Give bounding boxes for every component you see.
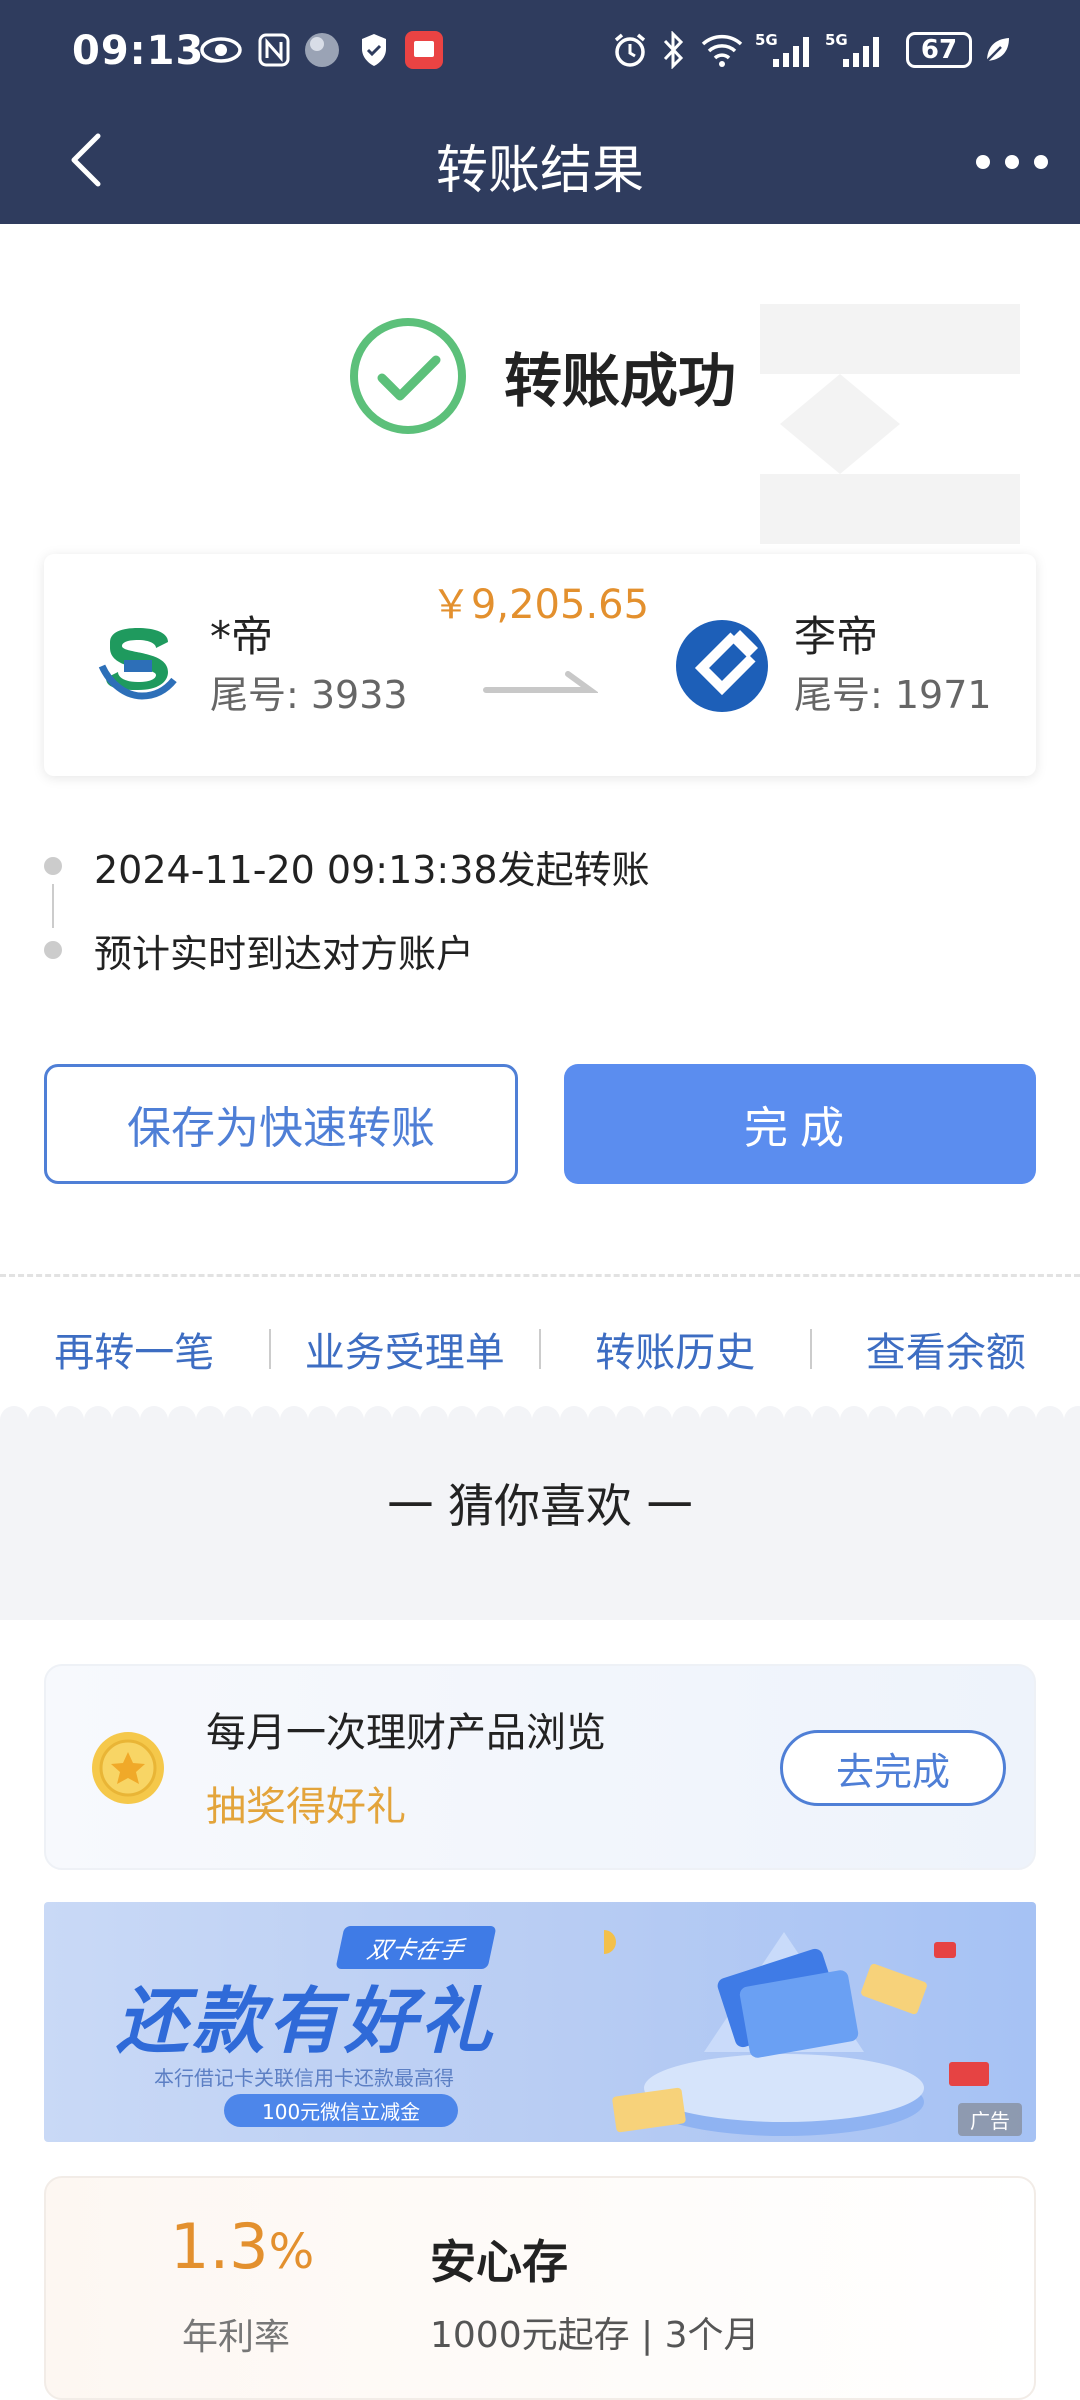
payee-tail-number: 尾号: 1971: [794, 673, 992, 717]
shield-check-icon: [356, 30, 392, 70]
star-coin-icon: [92, 1732, 164, 1804]
timeline-text: 2024-11-20 09:13:38发起转账: [94, 847, 650, 892]
banner-title: 还款有好礼: [116, 1979, 497, 2063]
top-bar: 09:13 5G 5G 67 转账结果: [0, 0, 1080, 224]
timeline-item: 2024-11-20 09:13:38发起转账: [44, 824, 650, 908]
payer-name: *帝: [210, 612, 274, 661]
payer-bank-logo-icon: [98, 628, 177, 700]
transfer-summary: ￥9,205.65 *帝 尾号: 3933 李帝 尾号: 1971: [44, 554, 1036, 776]
transfer-timeline: 2024-11-20 09:13:38发起转账 预计实时到达对方账户: [44, 824, 650, 992]
transfer-arrow-icon: [483, 671, 598, 693]
link-transfer-again[interactable]: 再转一笔: [0, 1320, 269, 1378]
signal-5g-icon-2: 5G: [824, 30, 884, 70]
banner-pill: 100元微信立减金: [224, 2094, 459, 2127]
dashed-divider: [0, 1274, 1080, 1277]
rate-label: 年利率: [182, 2317, 291, 2358]
check-circle-icon: [350, 318, 466, 434]
recommend-section: 每月一次理财产品浏览 抽奖得好礼 去完成 双卡在手 还款有好礼 本行借记卡关联信…: [0, 1620, 1080, 2400]
ad-label: 广告: [958, 2103, 1022, 2136]
success-text: 转账成功: [504, 347, 737, 415]
product-name: 安心存: [430, 2235, 568, 2289]
promo-banner[interactable]: 双卡在手 还款有好礼 本行借记卡关联信用卡还款最高得 100元微信立减金 广告: [44, 1902, 1036, 2142]
timeline-connector: [52, 884, 54, 928]
recommend-heading: 一 猜你喜欢 一: [387, 1479, 693, 1533]
bluetooth-icon: [658, 30, 688, 70]
payee-name: 李帝: [794, 612, 879, 661]
deposit-product-card[interactable]: 1.3% 年利率 安心存 1000元起存 | 3个月: [44, 2176, 1036, 2400]
nav-header: 转账结果: [0, 100, 1080, 224]
timeline-dot: [44, 857, 62, 875]
finance-task-card[interactable]: 每月一次理财产品浏览 抽奖得好礼 去完成: [44, 1664, 1036, 1870]
red-app-icon: [404, 30, 444, 70]
banner-subtitle: 本行借记卡关联信用卡还款最高得: [154, 2066, 454, 2090]
scallop-edge: [0, 1406, 1080, 1420]
app-ball-icon: [302, 30, 342, 70]
task-subtitle: 抽奖得好礼: [206, 1784, 406, 1830]
quick-links: 再转一笔 业务受理单 转账历史 查看余额: [0, 1304, 1080, 1394]
payee-bank-logo-icon: [676, 620, 768, 712]
go-complete-button[interactable]: 去完成: [780, 1730, 1006, 1806]
leaf-icon: [982, 30, 1012, 70]
svg-text:5G: 5G: [755, 31, 778, 49]
task-title: 每月一次理财产品浏览: [206, 1710, 606, 1756]
status-bar: 09:13 5G 5G 67: [0, 0, 1080, 100]
alarm-icon: [610, 30, 650, 70]
done-button[interactable]: 完成: [564, 1064, 1036, 1184]
svg-text:5G: 5G: [825, 31, 848, 49]
interest-rate: 1.3%: [170, 2210, 315, 2283]
link-business-receipt[interactable]: 业务受理单: [271, 1320, 540, 1378]
page-title: 转账结果: [435, 141, 644, 201]
payee-account: 李帝 尾号: 1971: [672, 608, 992, 724]
link-transfer-history[interactable]: 转账历史: [541, 1320, 810, 1378]
timeline-text: 预计实时到达对方账户: [94, 931, 475, 976]
nfc-icon: [256, 30, 292, 70]
bank-watermark-logo: [760, 304, 1020, 544]
battery-indicator: 67: [906, 32, 972, 68]
more-options-button[interactable]: [976, 150, 1048, 174]
save-quick-transfer-button[interactable]: 保存为快速转账: [44, 1064, 518, 1184]
payer-account: *帝 尾号: 3933: [88, 608, 408, 724]
link-check-balance[interactable]: 查看余额: [812, 1320, 1080, 1378]
signal-5g-icon-1: 5G: [754, 30, 814, 70]
result-card: 转账成功 ￥9,205.65 *帝 尾号: 3933 李帝 尾号: 1971 2…: [0, 224, 1080, 1420]
product-description: 1000元起存 | 3个月: [430, 2315, 760, 2356]
payer-tail-number: 尾号: 3933: [210, 673, 408, 717]
timeline-dot: [44, 941, 62, 959]
wifi-icon: [698, 30, 746, 70]
status-time: 09:13: [72, 28, 205, 74]
eye-icon: [198, 30, 244, 70]
success-indicator: 转账成功: [348, 316, 736, 436]
timeline-item: 预计实时到达对方账户: [44, 908, 650, 992]
